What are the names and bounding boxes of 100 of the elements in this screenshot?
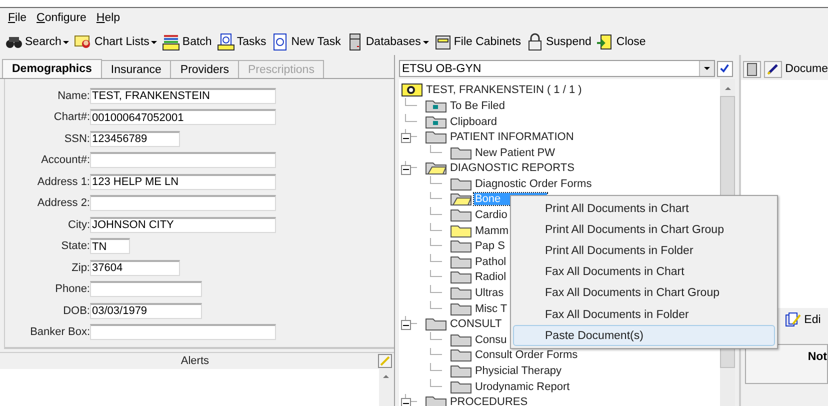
field-label: DOB: bbox=[62, 304, 90, 317]
tree-line bbox=[404, 114, 417, 122]
field-label: City: bbox=[67, 218, 90, 231]
tree-line bbox=[430, 254, 442, 262]
tree-line bbox=[430, 378, 442, 387]
menu-item[interactable]: Print All Documents in Chart bbox=[513, 198, 775, 220]
toolbar-button[interactable]: Chart Lists bbox=[73, 31, 158, 53]
field-label: Banker Box: bbox=[29, 326, 90, 338]
tree-item[interactable]: Consu bbox=[474, 334, 508, 346]
input-field[interactable]: 123456789 bbox=[90, 130, 180, 147]
field-label: Zip: bbox=[70, 262, 90, 274]
tree-item[interactable]: Cardio bbox=[474, 209, 508, 222]
toolbar-button[interactable]: Tasks bbox=[216, 31, 268, 53]
tree-line bbox=[404, 98, 417, 106]
input-field[interactable] bbox=[90, 324, 276, 340]
tree-item[interactable]: Radiol bbox=[474, 271, 508, 284]
cabinet-icon bbox=[434, 33, 452, 51]
check-button[interactable] bbox=[716, 60, 733, 77]
menu-item[interactable]: Fax All Documents in Chart Group bbox=[513, 282, 775, 304]
collapse-icon[interactable] bbox=[400, 320, 411, 330]
folder-icon bbox=[450, 208, 472, 222]
input-field[interactable] bbox=[90, 152, 276, 168]
tree-item[interactable]: Ultras bbox=[474, 287, 505, 300]
scroll-up-icon[interactable] bbox=[724, 86, 731, 90]
tree-item[interactable]: Consult Order Forms bbox=[474, 349, 579, 362]
input-field[interactable] bbox=[90, 281, 202, 298]
input-field[interactable]: TN bbox=[90, 238, 130, 254]
input-field[interactable]: JOHNSON CITY bbox=[90, 216, 276, 233]
tree-item[interactable]: PATIENT INFORMATION bbox=[448, 131, 575, 144]
menu-item[interactable]: File bbox=[8, 12, 27, 29]
tree-item[interactable]: Diagnostic Order Forms bbox=[474, 178, 593, 190]
menu-item[interactable]: Fax All Documents in Folder bbox=[513, 304, 775, 326]
folder-icon bbox=[450, 176, 472, 191]
folder-icon bbox=[450, 364, 472, 378]
tree-item[interactable]: To Be Filed bbox=[448, 100, 506, 112]
field-label: Name: bbox=[56, 90, 90, 102]
tree-item[interactable]: PROCEDURES bbox=[448, 396, 529, 406]
pen-button[interactable] bbox=[764, 60, 782, 78]
tree-item[interactable]: DIAGNOSTIC REPORTS bbox=[448, 162, 576, 174]
lock-icon bbox=[526, 33, 544, 51]
tree-line bbox=[430, 176, 442, 184]
folder-icon bbox=[450, 192, 472, 206]
chart-group-dropdown[interactable]: ETSU OB-GYN bbox=[398, 60, 715, 78]
tree-item[interactable]: Clipboard bbox=[448, 116, 498, 128]
menu-item[interactable]: Configure bbox=[36, 12, 86, 29]
input-field[interactable]: 001000647052001 bbox=[90, 109, 276, 126]
toolbar-button[interactable]: File Cabinets bbox=[432, 31, 522, 53]
tree-item[interactable]: New Patient PW bbox=[474, 146, 556, 159]
tree-line bbox=[430, 144, 442, 153]
collapse-icon[interactable] bbox=[400, 133, 411, 144]
input-field[interactable]: 03/03/1979 bbox=[90, 302, 202, 319]
tree-line bbox=[430, 285, 442, 294]
tab[interactable]: Demographics bbox=[2, 59, 102, 78]
tree-item[interactable]: Physicial Therapy bbox=[474, 365, 563, 378]
tree-item[interactable]: CONSULT bbox=[448, 318, 503, 330]
tree-line bbox=[430, 222, 442, 231]
toolbar-button[interactable]: Search bbox=[4, 31, 70, 53]
page-button[interactable] bbox=[743, 60, 762, 78]
tree-line bbox=[430, 192, 442, 200]
tree-line bbox=[430, 332, 442, 340]
folder-icon bbox=[450, 146, 472, 160]
tree-line bbox=[430, 363, 442, 372]
input-field[interactable]: 123 HELP ME LN bbox=[90, 174, 276, 190]
tree-item[interactable]: Misc T bbox=[474, 302, 508, 315]
toolbar-button[interactable]: Databases bbox=[344, 31, 430, 53]
menu-item[interactable]: Print All Documents in Chart Group bbox=[513, 219, 775, 240]
pencil-icon bbox=[380, 356, 390, 366]
toolbar-button[interactable]: Batch bbox=[161, 31, 213, 53]
document-icon bbox=[271, 33, 290, 51]
field-label: State: bbox=[60, 240, 90, 252]
scroll-up-icon[interactable] bbox=[383, 375, 390, 378]
tree-item[interactable]: Urodynamic Report bbox=[474, 380, 571, 393]
menu-item[interactable]: Paste Document(s) bbox=[513, 325, 775, 346]
menu-item[interactable]: Fax All Documents in Chart bbox=[513, 262, 775, 283]
input-field[interactable]: TEST, FRANKENSTEIN bbox=[90, 88, 276, 104]
tree-line bbox=[430, 238, 442, 246]
notes-header: Not bbox=[808, 351, 827, 365]
tree-item[interactable]: Pap S bbox=[474, 240, 506, 252]
toolbar-button[interactable]: Suspend bbox=[524, 31, 592, 53]
tree-item[interactable]: TEST, FRANKENSTEIN ( 1 / 1 ) bbox=[424, 84, 583, 96]
edit-pages-icon bbox=[785, 312, 802, 328]
menu-item[interactable]: Help bbox=[96, 12, 120, 29]
input-field[interactable]: 37604 bbox=[90, 260, 180, 276]
tree-item[interactable]: Mamm bbox=[474, 224, 510, 237]
tree-item[interactable]: Pathol bbox=[474, 256, 508, 268]
toolbar-button[interactable]: New Task bbox=[270, 31, 342, 53]
toolbar-button[interactable]: Close bbox=[595, 31, 647, 53]
folder-icon bbox=[424, 161, 447, 176]
alerts-title: Alerts bbox=[180, 355, 210, 367]
collapse-icon[interactable] bbox=[400, 398, 411, 406]
pen-icon bbox=[767, 63, 780, 75]
input-field[interactable] bbox=[90, 195, 276, 212]
menu-item[interactable]: Print All Documents in Folder bbox=[513, 240, 775, 262]
tree-line bbox=[430, 270, 442, 278]
collapse-icon[interactable] bbox=[400, 164, 411, 174]
edit-button[interactable] bbox=[378, 354, 392, 368]
edit-label[interactable]: Edi bbox=[804, 314, 821, 326]
folder-icon bbox=[424, 317, 447, 332]
caret-icon bbox=[704, 67, 710, 70]
task-tray-icon bbox=[216, 33, 235, 51]
